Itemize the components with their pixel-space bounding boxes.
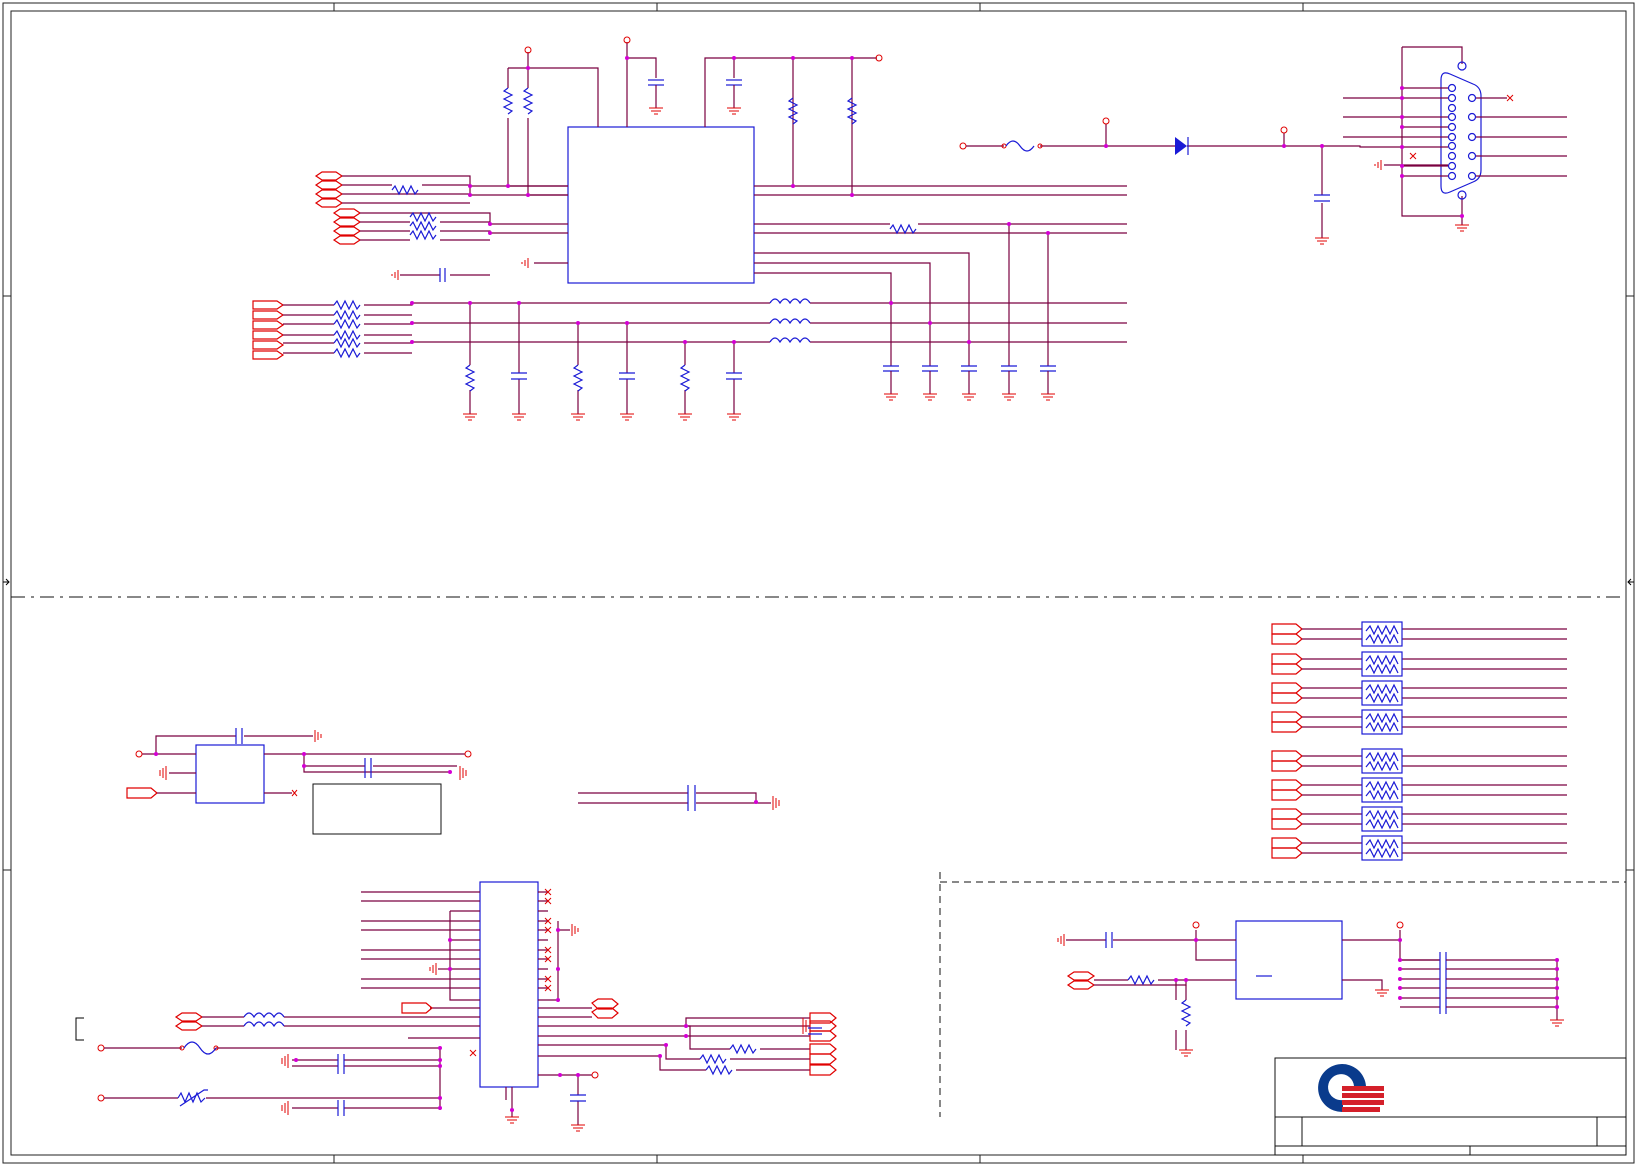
power-pin-icon bbox=[1280, 126, 1288, 134]
thermistor-icon bbox=[177, 1089, 208, 1107]
sheet-border bbox=[2, 2, 1635, 1164]
power-pin-icon bbox=[1102, 117, 1110, 125]
ferrite-bead-icon bbox=[243, 1012, 285, 1028]
series-resistor bbox=[391, 184, 419, 196]
port-group bbox=[1271, 623, 1303, 859]
ground-icon bbox=[463, 413, 741, 421]
vga-db15-connector bbox=[1343, 46, 1567, 232]
power-pin-icon bbox=[464, 750, 472, 758]
rgb-port-group bbox=[252, 300, 285, 360]
series-resistor bbox=[1127, 974, 1155, 986]
series-resistor bbox=[705, 1064, 733, 1076]
capacitor bbox=[337, 1100, 345, 1116]
power-pin-icon bbox=[591, 1071, 599, 1079]
series-resistor bbox=[333, 337, 361, 349]
power-pin-icon bbox=[97, 1094, 105, 1102]
ic-interface bbox=[479, 881, 539, 1088]
capacitor-array bbox=[1439, 952, 1447, 1014]
filter-capacitor bbox=[619, 372, 635, 380]
series-resistor bbox=[409, 211, 437, 223]
port-group bbox=[1066, 971, 1096, 990]
fuse-icon bbox=[183, 1041, 217, 1055]
filter-capacitor bbox=[726, 372, 742, 380]
capacitor bbox=[1314, 194, 1330, 202]
port-group bbox=[174, 998, 837, 1076]
capacitor bbox=[687, 785, 696, 811]
ic-regulator bbox=[1235, 920, 1343, 1000]
junction-dots bbox=[294, 928, 688, 1112]
common-mode-filter-icon bbox=[1361, 621, 1403, 861]
pullup-resistor bbox=[522, 87, 534, 115]
note-box bbox=[312, 783, 442, 835]
series-resistor bbox=[333, 347, 361, 359]
decoupling-capacitor bbox=[726, 79, 742, 86]
input-port-group bbox=[314, 171, 344, 208]
clock-oscillator-block bbox=[126, 728, 472, 835]
series-resistor bbox=[729, 1043, 757, 1055]
power-pin-icon bbox=[959, 142, 967, 150]
power-pin-icon bbox=[1396, 921, 1404, 929]
power-pin-icon bbox=[97, 1044, 105, 1052]
capacitor bbox=[1105, 932, 1113, 948]
interface-ic-block bbox=[75, 881, 837, 1132]
series-resistor bbox=[889, 223, 917, 235]
power-pin-icon bbox=[1192, 921, 1200, 929]
series-resistor bbox=[333, 318, 361, 330]
termination-resistor bbox=[572, 364, 584, 392]
junction-dots bbox=[410, 56, 1050, 344]
diode-icon bbox=[1175, 137, 1187, 155]
capacitor bbox=[439, 268, 446, 282]
regulator-block bbox=[1057, 920, 1564, 1057]
series-resistor bbox=[409, 220, 437, 232]
capacitor bbox=[235, 728, 243, 744]
no-connect-icon bbox=[469, 888, 552, 1057]
series-resistor bbox=[333, 309, 361, 321]
termination-resistor bbox=[679, 364, 691, 392]
input-port bbox=[126, 787, 158, 799]
ground-icon bbox=[884, 393, 1055, 401]
no-connect-icon bbox=[1409, 152, 1417, 160]
ic-vga-controller bbox=[567, 126, 755, 284]
series-resistor bbox=[333, 329, 361, 341]
series-resistor bbox=[333, 299, 361, 311]
title-block bbox=[1274, 1057, 1627, 1156]
emi-filter-array bbox=[1271, 621, 1567, 861]
input-port-group bbox=[332, 208, 362, 245]
pulldown-resistor bbox=[1180, 999, 1192, 1027]
schematic-sheet bbox=[2, 2, 1635, 1164]
capacitor bbox=[337, 1054, 345, 1074]
fuse-icon bbox=[1005, 140, 1035, 152]
capacitor bbox=[570, 1094, 586, 1102]
no-connect-icon bbox=[1506, 94, 1514, 102]
vga-power-feed bbox=[959, 117, 1405, 245]
series-resistor bbox=[409, 229, 437, 241]
capacitor bbox=[364, 758, 372, 778]
power-pin-icon bbox=[135, 750, 143, 758]
decoupling-capacitor bbox=[648, 79, 664, 86]
ic-clock bbox=[195, 744, 265, 804]
bracket-mark bbox=[75, 1017, 84, 1041]
vga-controller-block bbox=[252, 36, 1127, 421]
filter-capacitor bbox=[511, 372, 527, 380]
series-resistor bbox=[699, 1053, 727, 1065]
ferrite-bead-icon bbox=[769, 298, 811, 344]
pullup-resistor bbox=[502, 87, 514, 115]
sync-filter-capacitors bbox=[883, 365, 1056, 372]
bypass-capacitor-block bbox=[578, 785, 780, 811]
db15-pins bbox=[1447, 83, 1477, 181]
termination-resistor bbox=[464, 364, 476, 392]
no-connect-icon bbox=[291, 789, 298, 797]
